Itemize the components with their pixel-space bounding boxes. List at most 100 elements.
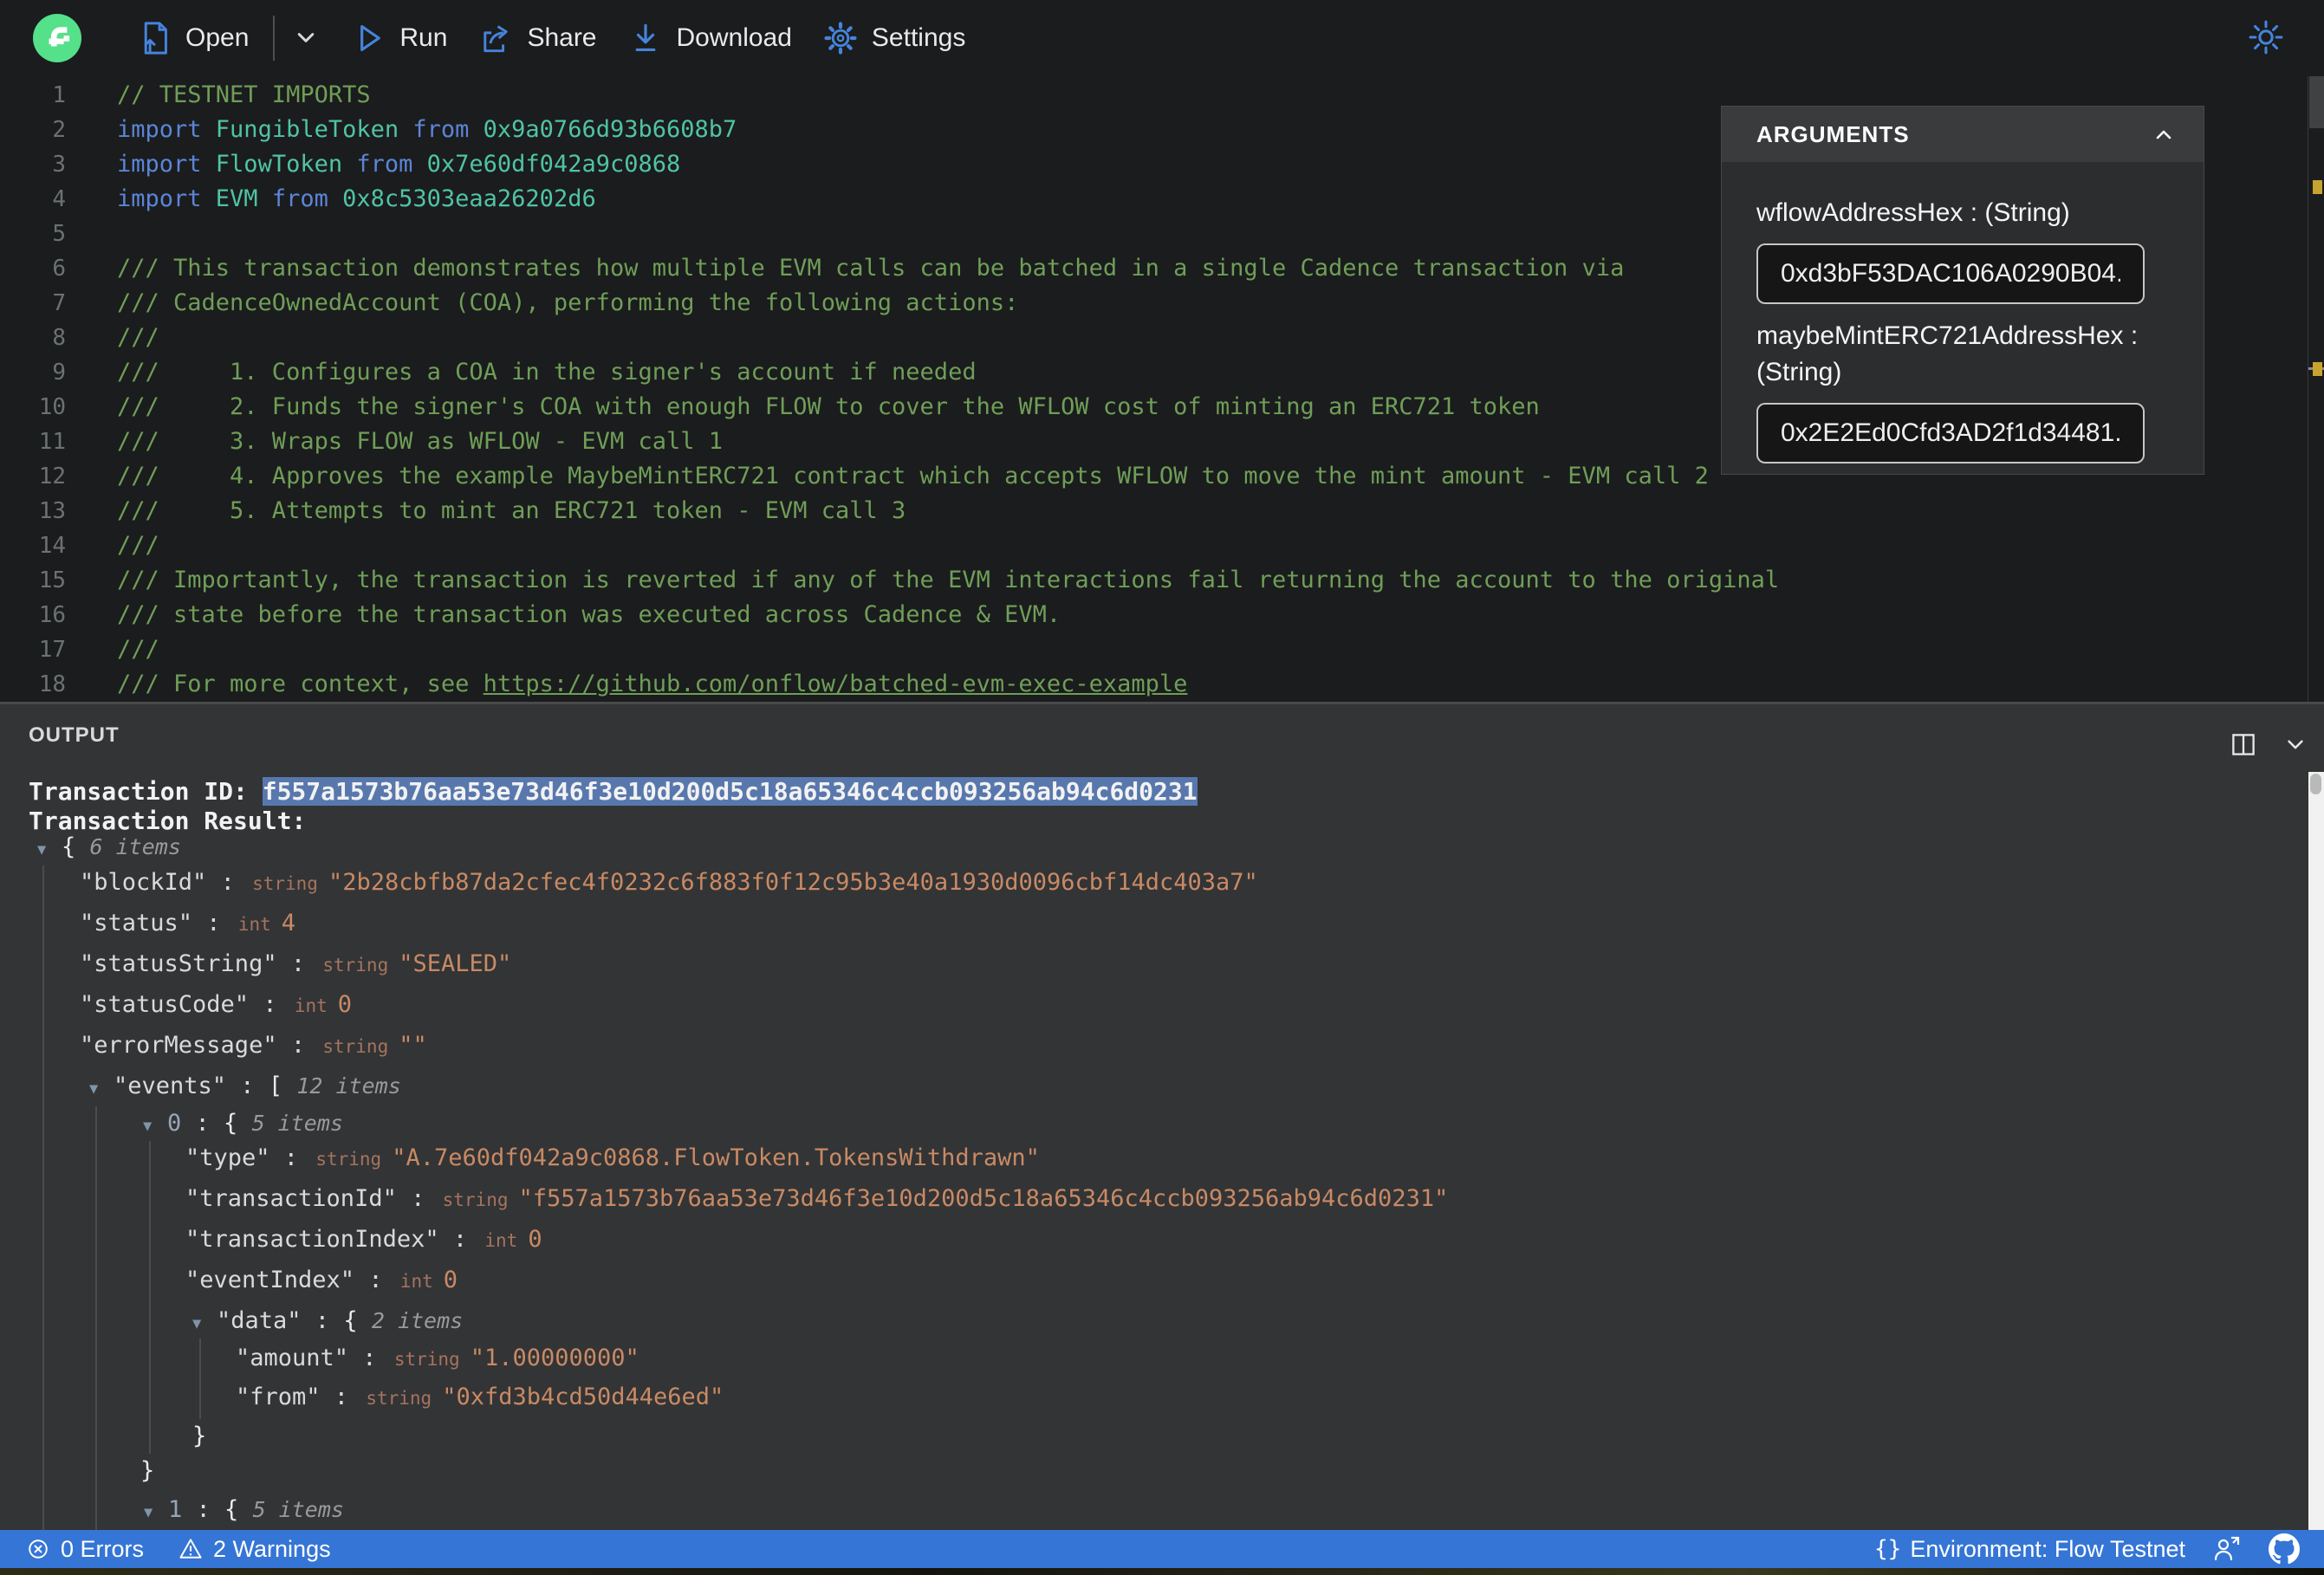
share-button[interactable]: Share	[477, 19, 597, 57]
environment-label: Environment: Flow Testnet	[1910, 1535, 2185, 1562]
open-button[interactable]: Open	[135, 19, 249, 57]
collapse-arrow-icon[interactable]: ▼	[192, 1306, 217, 1341]
line-number: 8	[52, 325, 66, 351]
code-token: /// For more context, see	[117, 671, 484, 697]
arguments-header[interactable]: ARGUMENTS	[1722, 107, 2204, 162]
output-scrollbar-thumb[interactable]	[2310, 774, 2321, 794]
json-segment: :	[396, 1185, 439, 1212]
json-segment: :	[192, 910, 235, 937]
line-number: 5	[52, 221, 66, 247]
json-segment: "transactionIndex"	[185, 1226, 439, 1253]
app-window: Open Run Share Download Settings 1 // TE…	[0, 0, 2324, 1575]
code-token: /// Importantly, the transaction is reve…	[117, 567, 1780, 593]
line-number: 14	[38, 533, 66, 559]
open-label: Open	[185, 23, 250, 52]
json-row: "eventIndex" : int 0	[185, 1263, 458, 1298]
collapse-arrow-icon[interactable]: ▼	[89, 1072, 114, 1106]
json-segment: :	[438, 1226, 482, 1253]
github-icon[interactable]	[2269, 1533, 2300, 1565]
collapse-arrow-icon[interactable]: ▼	[37, 833, 62, 867]
json-segment: [	[268, 1073, 297, 1099]
json-segment: "status"	[80, 910, 193, 937]
json-segment: {	[343, 1307, 372, 1334]
json-segment: string	[315, 1149, 382, 1170]
indent-guide	[42, 865, 44, 1530]
warning-triangle-icon	[179, 1539, 202, 1559]
wflow-address-input[interactable]	[1756, 243, 2145, 304]
editor-scrollbar[interactable]	[2308, 76, 2324, 702]
json-row: "status" : int 4	[80, 906, 295, 941]
collapse-arrow-icon[interactable]: ▼	[144, 1495, 168, 1530]
json-segment: "statusCode"	[80, 991, 250, 1018]
line-number: 6	[52, 256, 66, 282]
warnings-status[interactable]: 2 Warnings	[177, 1535, 331, 1563]
output-panel: OUTPUT Transaction ID: f557a1573b76aa53e…	[0, 702, 2324, 1530]
line-number: 7	[52, 290, 66, 316]
status-bar: 0 Errors 2 Warnings {} Environment: Flow…	[0, 1530, 2324, 1568]
settings-button[interactable]: Settings	[821, 19, 965, 57]
line-number: 16	[38, 602, 66, 628]
code-token: /// CadenceOwnedAccount (COA), performin…	[117, 289, 1019, 316]
json-row: "statusCode" : int 0	[80, 988, 352, 1022]
open-dropdown-chevron-icon[interactable]	[289, 21, 323, 55]
code-token: 0x9a0766d93b6608b7	[483, 116, 737, 143]
environment-status[interactable]: {} Environment: Flow Testnet	[1874, 1536, 2185, 1563]
code-token: import	[117, 116, 216, 143]
code-token: ///	[117, 636, 159, 663]
json-row: "blockId" : string "2b28cbfb87da2cfec4f02…	[80, 865, 1258, 900]
json-segment: int	[399, 1271, 433, 1292]
json-segment: 5 items	[251, 1111, 343, 1136]
json-segment: "eventIndex"	[185, 1267, 355, 1293]
json-segment: :	[320, 1384, 363, 1410]
collapse-arrow-icon[interactable]: ▼	[143, 1109, 167, 1144]
arguments-title: ARGUMENTS	[1756, 120, 1910, 147]
code-token: /// 4. Approves the example MaybeMintERC…	[117, 463, 1709, 489]
theme-toggle-button[interactable]	[2246, 17, 2286, 62]
argument-label: maybeMintERC721AddressHex : (String)	[1756, 321, 2139, 386]
errors-count: 0 Errors	[61, 1535, 145, 1562]
open-file-icon	[144, 22, 167, 55]
json-segment: 6 items	[89, 834, 181, 859]
json-row: ▼{ 6 items	[37, 830, 181, 865]
share-label: Share	[527, 23, 597, 52]
json-row: ▼ "events" : [ 12 items	[89, 1069, 401, 1104]
arguments-panel: ARGUMENTS wflowAddressHex : (String) may…	[1721, 106, 2204, 475]
json-segment: "0xfd3b4cd50d44e6ed"	[442, 1384, 724, 1410]
json-segment: :	[226, 1073, 269, 1099]
feedback-person-icon[interactable]	[2211, 1533, 2243, 1565]
json-segment: "data"	[217, 1307, 302, 1334]
indent-guide	[149, 1141, 151, 1454]
output-scrollbar[interactable]	[2308, 772, 2324, 1530]
line-number: 1	[52, 82, 66, 108]
code-token: /// 1. Configures a COA in the signer's …	[117, 359, 977, 386]
json-segment: :	[249, 991, 291, 1018]
line-number: 17	[38, 637, 66, 663]
code-line: 17 ///	[0, 632, 2308, 667]
json-segment: 12 items	[296, 1073, 401, 1099]
json-segment: :	[276, 950, 320, 977]
editor-scrollbar-thumb[interactable]	[2309, 76, 2324, 128]
download-button[interactable]: Download	[626, 19, 792, 57]
indent-guide	[95, 1106, 97, 1530]
code-line: 14 ///	[0, 528, 2308, 563]
braces-icon: {}	[1874, 1536, 1902, 1562]
code-token: from	[356, 151, 427, 178]
line-number: 3	[52, 152, 66, 178]
code-link[interactable]: https://github.com/onflow/batched-evm-ex…	[484, 671, 1188, 697]
json-row: ▼ 1 : { 5 items	[144, 1493, 344, 1527]
json-row: "from" : string "0xfd3b4cd50d44e6ed"	[236, 1380, 724, 1415]
json-segment: int	[237, 914, 271, 935]
errors-status[interactable]: 0 Errors	[24, 1535, 144, 1563]
json-row: }	[140, 1454, 154, 1488]
maybemint-address-input[interactable]	[1756, 403, 2145, 463]
code-token: from	[271, 185, 343, 212]
collapse-panel-chevron-up-icon[interactable]	[2148, 119, 2179, 150]
run-button[interactable]: Run	[349, 19, 447, 57]
code-token: EVM	[215, 185, 272, 212]
json-row: }	[192, 1419, 206, 1454]
json-segment: "type"	[185, 1144, 270, 1171]
json-segment: 0	[167, 1110, 182, 1137]
json-row: "transactionIndex" : int 0	[185, 1222, 542, 1257]
line-number: 11	[38, 429, 66, 455]
json-row: "transactionId" : string "f557a1573b76aa5…	[185, 1182, 1448, 1216]
